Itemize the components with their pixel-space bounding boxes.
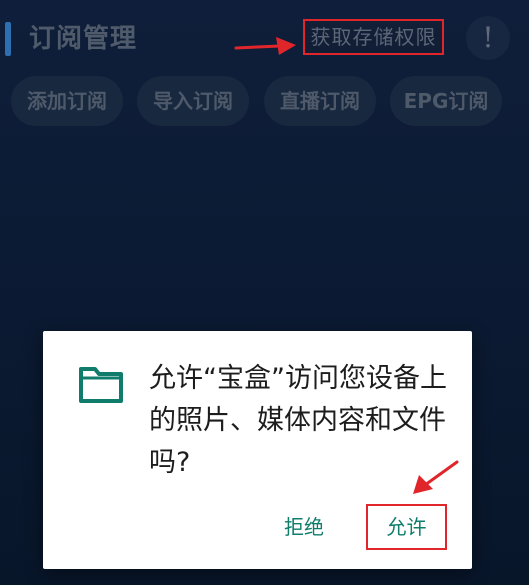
- subscription-tabs: 添加订阅 导入订阅 直播订阅 EPG订阅: [11, 76, 521, 128]
- info-button[interactable]: !: [466, 16, 510, 60]
- title-accent-bar: [5, 22, 11, 56]
- dialog-actions: 拒绝 允许: [43, 499, 472, 550]
- folder-icon: [79, 367, 123, 403]
- tab-epg-subscription[interactable]: EPG订阅: [390, 76, 502, 126]
- red-arrow-icon: [234, 37, 296, 55]
- red-arrow-icon: [413, 460, 459, 494]
- tab-add-subscription[interactable]: 添加订阅: [11, 76, 123, 126]
- deny-button[interactable]: 拒绝: [273, 507, 335, 547]
- permission-dialog: 允许“宝盒”访问您设备上的照片、媒体内容和文件吗? 拒绝 允许: [43, 331, 472, 569]
- exclamation-icon: !: [482, 21, 494, 54]
- subscription-management-screen: 订阅管理 获取存储权限 ! 添加订阅 导入订阅 直播订阅 EPG订阅 允许“宝盒…: [0, 0, 529, 585]
- tab-live-subscription[interactable]: 直播订阅: [264, 76, 376, 126]
- tab-import-subscription[interactable]: 导入订阅: [137, 76, 249, 126]
- allow-button[interactable]: 允许: [366, 504, 447, 550]
- header: 订阅管理 获取存储权限 !: [0, 0, 529, 78]
- get-storage-permission-button[interactable]: 获取存储权限: [303, 19, 444, 55]
- page-title: 订阅管理: [29, 24, 138, 54]
